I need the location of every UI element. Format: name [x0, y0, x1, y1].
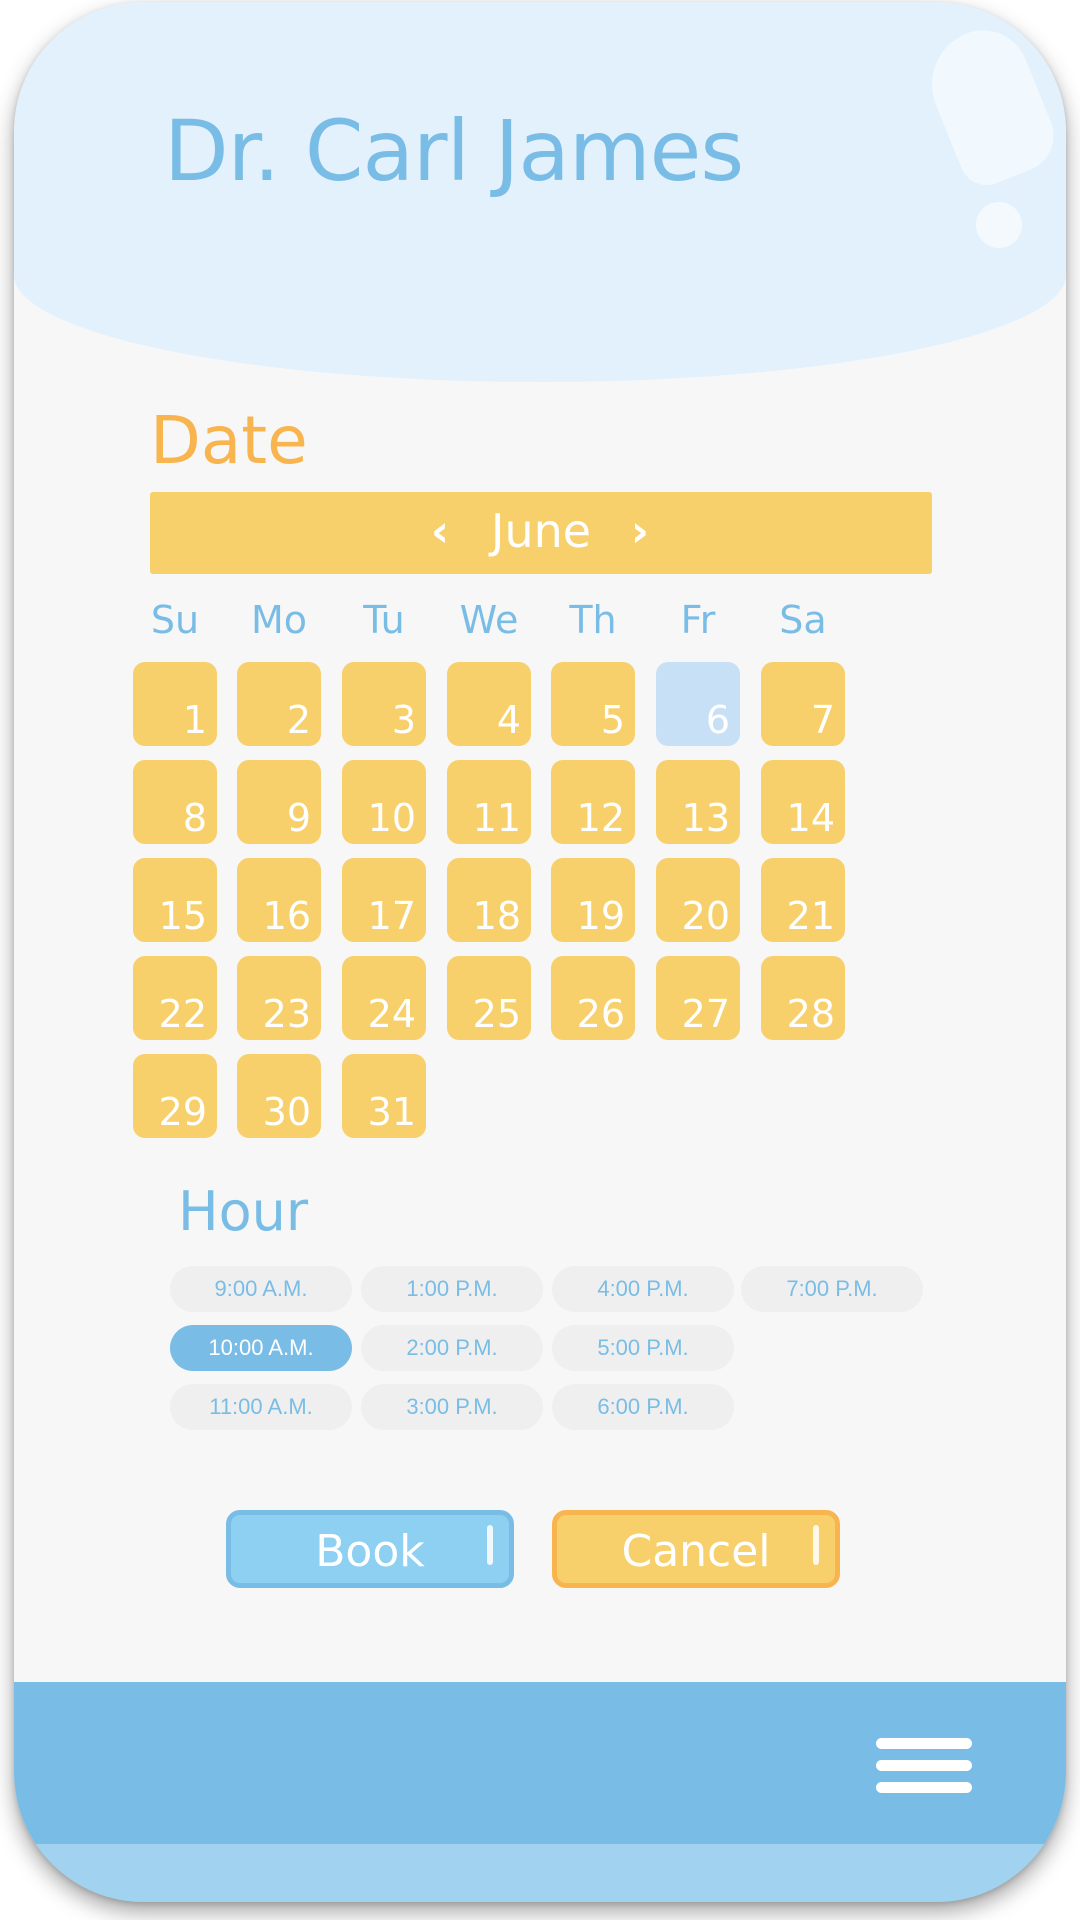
calendar-day-number: 18 — [472, 894, 521, 938]
calendar-day-number: 1 — [182, 698, 207, 742]
calendar-day-number: 12 — [576, 796, 625, 840]
weekday-label: We — [459, 598, 519, 642]
weekday-label: Sa — [779, 598, 827, 642]
calendar-day[interactable]: 15 — [133, 858, 217, 942]
phone-screen: Dr. Carl James Date ‹ June › Su Mo Tu We Th F… — [14, 2, 1066, 1902]
calendar-day-number: 2 — [286, 698, 311, 742]
calendar-day-number: 21 — [786, 894, 835, 938]
calendar-day-number: 8 — [182, 796, 207, 840]
calendar-day-number: 17 — [367, 894, 416, 938]
calendar-day-number: 28 — [786, 992, 835, 1036]
calendar-day[interactable]: 8 — [133, 760, 217, 844]
weekday-label: Mo — [250, 598, 308, 642]
calendar-day-number: 29 — [158, 1090, 207, 1134]
calendar-day-number: 7 — [810, 698, 835, 742]
calendar-day[interactable]: 6 — [656, 662, 740, 746]
calendar-day[interactable]: 1 — [133, 662, 217, 746]
hour-slot[interactable]: 5:00 P.M. — [552, 1325, 734, 1371]
calendar-day-number: 13 — [681, 796, 730, 840]
calendar-day-number: 25 — [472, 992, 521, 1036]
calendar-day-number: 24 — [367, 992, 416, 1036]
calendar-day-number: 4 — [496, 698, 521, 742]
cancel-button-label: Cancel — [621, 1526, 771, 1577]
hour-slot[interactable]: 3:00 P.M. — [361, 1384, 543, 1430]
calendar-day[interactable]: 2 — [237, 662, 321, 746]
calendar-day[interactable]: 16 — [237, 858, 321, 942]
calendar-day[interactable]: 24 — [342, 956, 426, 1040]
cancel-button[interactable]: Cancel — [552, 1510, 840, 1588]
weekday-label: Tu — [363, 598, 405, 642]
calendar-day-number: 16 — [262, 894, 311, 938]
calendar-day[interactable]: 28 — [761, 956, 845, 1040]
calendar-day[interactable]: 31 — [342, 1054, 426, 1138]
calendar-day-number: 15 — [158, 894, 207, 938]
calendar-day[interactable]: 11 — [447, 760, 531, 844]
calendar-day-number: 14 — [786, 796, 835, 840]
calendar-day[interactable]: 21 — [761, 858, 845, 942]
calendar-day[interactable]: 26 — [551, 956, 635, 1040]
weekday-label: Fr — [680, 598, 716, 642]
calendar-day[interactable]: 17 — [342, 858, 426, 942]
calendar-day[interactable]: 7 — [761, 662, 845, 746]
calendar-day[interactable]: 19 — [551, 858, 635, 942]
calendar-day[interactable]: 9 — [237, 760, 321, 844]
calendar-day[interactable]: 5 — [551, 662, 635, 746]
cancel-button-shine — [813, 1525, 819, 1565]
book-button[interactable]: Book — [226, 1510, 514, 1588]
hour-slot[interactable]: 7:00 P.M. — [741, 1266, 923, 1312]
chevron-right-icon[interactable]: › — [620, 510, 660, 554]
book-button-label: Book — [315, 1526, 425, 1577]
calendar-day-number: 10 — [367, 796, 416, 840]
calendar-day-number: 9 — [286, 796, 311, 840]
header-gloss — [915, 16, 1065, 194]
hour-slot[interactable]: 6:00 P.M. — [552, 1384, 734, 1430]
calendar-day-number: 31 — [367, 1090, 416, 1134]
hour-slot[interactable]: 2:00 P.M. — [361, 1325, 543, 1371]
doctor-name: Dr. Carl James — [164, 102, 744, 200]
calendar-day[interactable]: 12 — [551, 760, 635, 844]
calendar-day[interactable]: 13 — [656, 760, 740, 844]
month-selector: ‹ June › — [150, 492, 932, 574]
calendar-day-number: 26 — [576, 992, 625, 1036]
calendar-day-number: 23 — [262, 992, 311, 1036]
calendar-day-number: 3 — [391, 698, 416, 742]
calendar-day[interactable]: 29 — [133, 1054, 217, 1138]
calendar-day-number: 27 — [681, 992, 730, 1036]
header-gloss-dot — [976, 202, 1022, 248]
calendar-day[interactable]: 4 — [447, 662, 531, 746]
weekday-label: Th — [569, 598, 617, 642]
calendar-day[interactable]: 10 — [342, 760, 426, 844]
calendar-day-number: 19 — [576, 894, 625, 938]
hour-slot[interactable]: 4:00 P.M. — [552, 1266, 734, 1312]
hamburger-menu-icon[interactable] — [876, 1738, 972, 1794]
calendar-day[interactable]: 3 — [342, 662, 426, 746]
calendar-day[interactable]: 14 — [761, 760, 845, 844]
calendar-day[interactable]: 27 — [656, 956, 740, 1040]
calendar-day[interactable]: 23 — [237, 956, 321, 1040]
calendar-day-number: 22 — [158, 992, 207, 1036]
header: Dr. Carl James — [14, 2, 1066, 382]
month-label: June — [490, 504, 592, 558]
book-button-shine — [487, 1525, 493, 1565]
calendar-day[interactable]: 20 — [656, 858, 740, 942]
footer-lip — [14, 1844, 1066, 1902]
calendar-day[interactable]: 25 — [447, 956, 531, 1040]
hour-slot[interactable]: 10:00 A.M. — [170, 1325, 352, 1371]
hour-section-title: Hour — [178, 1180, 309, 1243]
hour-slot[interactable]: 9:00 A.M. — [170, 1266, 352, 1312]
calendar-day-number: 30 — [262, 1090, 311, 1134]
calendar-day-number: 5 — [600, 698, 625, 742]
calendar-day-number: 20 — [681, 894, 730, 938]
date-section-title: Date — [150, 402, 308, 479]
weekday-label: Su — [150, 598, 200, 642]
calendar-day[interactable]: 30 — [237, 1054, 321, 1138]
calendar-day-number: 11 — [472, 796, 521, 840]
calendar-day[interactable]: 18 — [447, 858, 531, 942]
hour-slot[interactable]: 1:00 P.M. — [361, 1266, 543, 1312]
hour-slot[interactable]: 11:00 A.M. — [170, 1384, 352, 1430]
calendar-day[interactable]: 22 — [133, 956, 217, 1040]
calendar-day-number: 6 — [705, 698, 730, 742]
